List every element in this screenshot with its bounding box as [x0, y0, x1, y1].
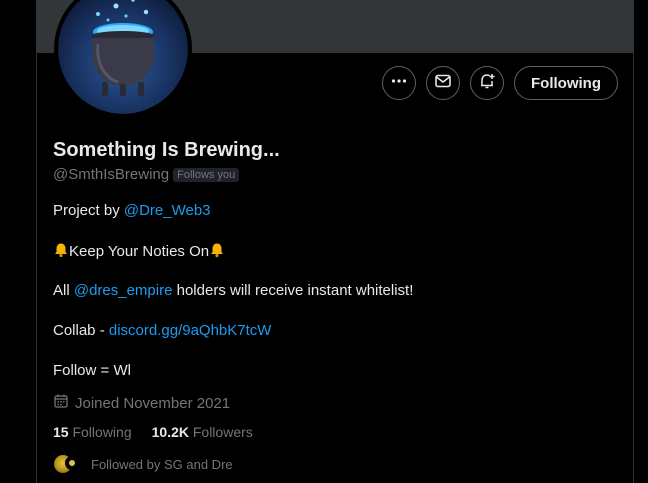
bio-line-noties: Keep Your Noties On	[53, 242, 225, 262]
bio-line-collab: Collab - discord.gg/9aQhbK7tcW	[53, 322, 271, 339]
cauldron-avatar-image	[58, 0, 188, 114]
bell-emoji-icon	[53, 242, 69, 262]
calendar-icon	[53, 393, 69, 413]
more-icon	[390, 72, 408, 95]
following-button[interactable]: Following	[514, 66, 618, 100]
bell-emoji-icon	[209, 242, 225, 262]
followed-by-row[interactable]: Followed by SG and Dre	[53, 454, 233, 474]
follows-you-badge: Follows you	[173, 167, 240, 182]
profile-actions: Following	[382, 66, 618, 100]
bio-line-project: Project by @Dre_Web3	[53, 202, 211, 219]
joined-date: Joined November 2021	[53, 393, 230, 413]
bell-plus-icon	[478, 72, 496, 95]
mention-link-dre-web3[interactable]: @Dre_Web3	[124, 202, 211, 219]
envelope-icon	[434, 72, 452, 95]
followers-count: 10.2K	[151, 424, 189, 440]
bio-text: Keep Your Noties On	[69, 243, 210, 260]
follower-avatars	[53, 454, 81, 474]
notifications-button[interactable]	[470, 66, 505, 100]
bio-text: All	[53, 282, 74, 299]
followers-stat-link[interactable]: 10.2K Followers	[152, 424, 253, 440]
followers-label: Followers	[192, 424, 253, 440]
avatar	[65, 456, 79, 470]
profile-name: Something Is Brewing...	[53, 139, 280, 161]
profile-handle: @SmthIsBrewing	[53, 166, 170, 183]
bio-text: holders will receive instant whitelist!	[172, 282, 414, 299]
more-button[interactable]	[382, 66, 417, 100]
bio-text: Collab -	[53, 322, 109, 339]
message-button[interactable]	[426, 66, 461, 100]
handle-row: @SmthIsBrewing Follows you	[53, 166, 240, 183]
profile-column: Following Something Is Brewing... @SmthI…	[36, 0, 634, 483]
followed-by-text: Followed by SG and Dre	[91, 456, 233, 472]
bio-text: Project by	[53, 202, 124, 219]
following-count: 15	[53, 424, 69, 440]
bio-line-whitelist: All @dres_empire holders will receive in…	[53, 282, 413, 299]
bio-line-follow: Follow = Wl	[53, 362, 131, 379]
following-stat-link[interactable]: 15 Following	[53, 424, 132, 440]
discord-link[interactable]: discord.gg/9aQhbK7tcW	[109, 322, 272, 339]
follow-stats: 15 Following 10.2K Followers	[53, 424, 253, 440]
joined-text: Joined November 2021	[75, 394, 231, 412]
mention-link-dres-empire[interactable]: @dres_empire	[74, 282, 173, 299]
profile-avatar[interactable]	[54, 0, 192, 118]
following-label: Following	[72, 424, 132, 440]
